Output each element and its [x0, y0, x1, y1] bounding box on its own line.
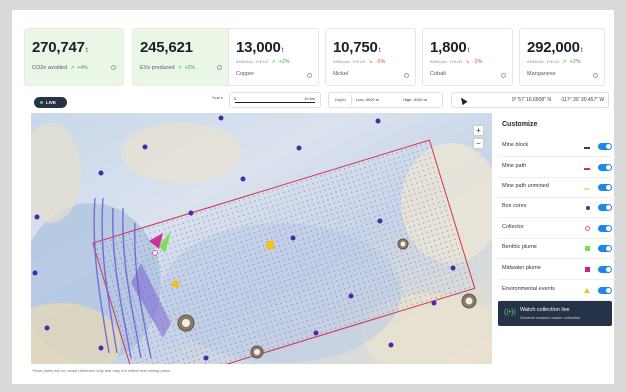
stat-card-copper: 13,000t ANNUAL YIELD ↗ +2% Copper: [228, 28, 319, 86]
divider: [351, 95, 352, 105]
scale-start: 0: [234, 96, 237, 101]
layer-toggle[interactable]: [598, 204, 612, 211]
stat-sub: ANNUAL YIELD ↘ -3%: [430, 59, 483, 65]
info-icon[interactable]: [501, 73, 506, 78]
layer-label: Midwater plume: [502, 265, 541, 271]
stat-value: 10,750t: [333, 39, 381, 56]
midwater-plume-legend-icon: [585, 267, 590, 272]
layer-row-midwater-plume: Midwater plume: [498, 260, 616, 280]
stat-card-manganese: 292,000t ANNUAL YIELD ↗ +2% Manganese: [519, 28, 605, 86]
depth-label: Depth: [335, 97, 346, 102]
info-icon[interactable]: [593, 73, 598, 78]
trend-up-icon: ↗: [271, 59, 276, 65]
zoom-in-button[interactable]: +: [473, 125, 484, 136]
stats-row: 270,747t CO2e avoided ↗ +4% 245,621 EVs pr…: [24, 28, 612, 88]
trend-up-icon: ↗: [70, 65, 75, 71]
warning-triangle-icon: [584, 288, 590, 293]
stat-sub: ANNUAL YIELD ↗ +2%: [236, 59, 290, 65]
layer-toggle[interactable]: [598, 164, 612, 171]
layer-row-mine-block: Mine block: [498, 137, 616, 157]
trend-up-icon: ↗: [177, 65, 182, 71]
live-dot-icon: [40, 101, 43, 104]
stat-sub: ANNUAL YIELD ↘ -5%: [333, 59, 386, 65]
broadcast-icon: ((•)): [504, 309, 516, 316]
stat-label: Cobalt: [430, 71, 446, 77]
seabed-map[interactable]: [31, 113, 492, 364]
collector-legend-icon: [585, 226, 590, 231]
stat-label: Manganese: [527, 71, 556, 77]
layer-label: Mine block: [502, 142, 529, 148]
watch-collection-button[interactable]: ((•)) Watch collection live Observe seab…: [498, 301, 612, 326]
layer-toggle[interactable]: [598, 225, 612, 232]
scale-end: 10 km: [304, 96, 315, 101]
live-badge[interactable]: LIVE: [34, 97, 67, 108]
layer-label: Box cores: [502, 203, 527, 209]
layer-row-benthic-plume: Benthic plume: [498, 239, 616, 259]
benthic-plume-legend-icon: [585, 246, 590, 251]
trend-down-icon: ↘: [368, 59, 373, 65]
stat-label: Copper: [236, 71, 255, 77]
info-icon[interactable]: [111, 65, 116, 70]
depth-low[interactable]: Low -4000 m: [356, 97, 379, 102]
layer-toggle[interactable]: [598, 184, 612, 191]
watch-subtitle: Observe seabed nodule collection: [520, 315, 581, 320]
trend-up-icon: ↗: [562, 59, 567, 65]
pointer-icon: [458, 95, 468, 106]
layer-row-mine-path-unmined: Mine path unmined: [498, 178, 616, 198]
customize-title: Customize: [502, 121, 538, 128]
stat-label: CO2e avoided ↗ +4%: [32, 65, 88, 71]
scale-control[interactable]: 0 10 km: [229, 92, 321, 108]
stat-label: Nickel: [333, 71, 348, 77]
stat-value: 245,621: [140, 39, 193, 56]
longitude: -117° 30' 30.457" W: [560, 97, 605, 103]
watch-title: Watch collection live: [520, 307, 570, 313]
box-core-legend-icon: [586, 206, 590, 210]
stat-value: 13,000t: [236, 39, 284, 56]
mine-block-legend-icon: [584, 147, 590, 149]
scale-bar: [235, 102, 315, 103]
scale-label: Scal e: [212, 95, 224, 100]
layer-label: Mine path unmined: [502, 183, 549, 189]
footnote: *Mine paths are for visual reference onl…: [32, 368, 172, 373]
depth-control[interactable]: Depth Low -4000 m High -4100 m: [328, 92, 443, 108]
coordinates-readout: 9° 57' 16.6908" N -117° 30' 30.457" W: [451, 92, 609, 108]
unmined-legend-icon: [584, 188, 590, 190]
layer-label: Collector: [502, 224, 524, 230]
zoom-out-button[interactable]: −: [473, 138, 484, 149]
layer-label: Benthic plume: [502, 244, 537, 250]
layer-row-box-cores: Box cores: [498, 198, 616, 218]
stat-card-evs: 245,621 EVs produced ↗ +2%: [132, 28, 232, 86]
stat-value: 1,800t: [430, 39, 470, 56]
live-label: LIVE: [46, 100, 57, 105]
layer-label: Mine path: [502, 163, 527, 169]
mine-path-legend-icon: [584, 168, 590, 170]
stat-card-co2: 270,747t CO2e avoided ↗ +4%: [24, 28, 124, 86]
layer-row-environmental-events: Environmental events: [498, 281, 616, 301]
stat-card-cobalt: 1,800t ANNUAL YIELD ↘ -3% Cobalt: [422, 28, 513, 86]
info-icon[interactable]: [307, 73, 312, 78]
stat-label: EVs produced ↗ +2%: [140, 65, 195, 71]
map-canvas: [31, 113, 492, 364]
stat-value: 270,747t: [32, 39, 88, 56]
info-icon[interactable]: [217, 65, 222, 70]
stat-value: 292,000t: [527, 39, 583, 56]
depth-high[interactable]: High -4100 m: [403, 97, 427, 102]
layer-toggle[interactable]: [598, 143, 612, 150]
latitude: 9° 57' 16.6908" N: [512, 97, 551, 103]
layer-toggle[interactable]: [598, 245, 612, 252]
layer-toggle[interactable]: [598, 287, 612, 294]
stat-sub: ANNUAL YIELD ↗ +2%: [527, 59, 581, 65]
layer-row-collector: Collector: [498, 219, 616, 239]
layer-row-mine-path: Mine path: [498, 158, 616, 178]
info-icon[interactable]: [404, 73, 409, 78]
stat-card-nickel: 10,750t ANNUAL YIELD ↘ -5% Nickel: [325, 28, 416, 86]
trend-down-icon: ↘: [465, 59, 470, 65]
layer-toggle[interactable]: [598, 266, 612, 273]
layer-label: Environmental events: [502, 286, 555, 292]
